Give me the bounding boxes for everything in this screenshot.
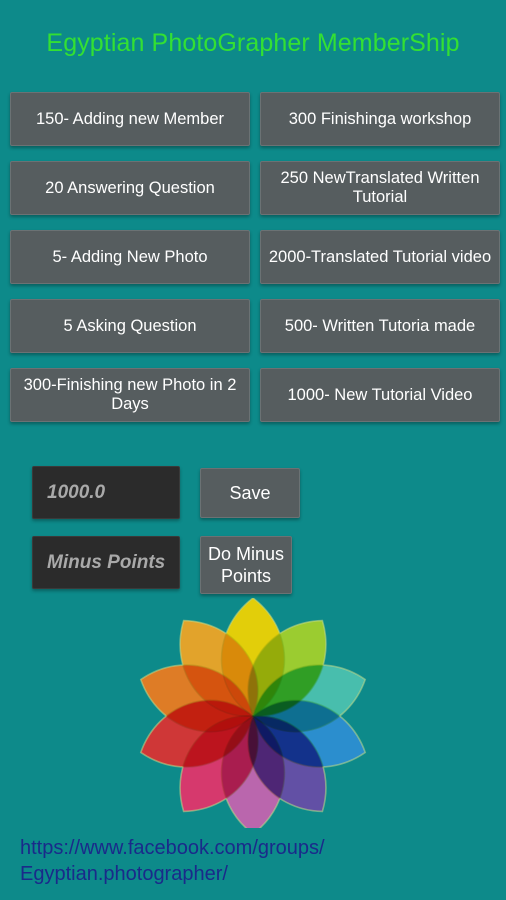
facebook-group-link[interactable]: https://www.facebook.com/groups/ Egyptia… — [20, 835, 420, 887]
app-root: Egyptian PhotoGrapher MemberShip 150- Ad… — [0, 0, 506, 900]
facebook-group-link-line1: https://www.facebook.com/groups/ — [20, 837, 325, 859]
points-row-2: 20 Answering Question 250 NewTranslated … — [10, 161, 500, 215]
facebook-group-link-line2: Egyptian.photographer/ — [20, 863, 228, 885]
points-row-5: 300-Finishing new Photo in 2 Days 1000- … — [10, 368, 500, 422]
points-button-asking-question[interactable]: 5 Asking Question — [10, 299, 250, 353]
points-button-new-translated-written-tutorial[interactable]: 250 NewTranslated Written Tutorial — [260, 161, 500, 215]
color-wheel-flower-icon — [128, 598, 378, 828]
points-button-grid: 150- Adding new Member 300 Finishinga wo… — [10, 92, 500, 437]
points-row-3: 5- Adding New Photo 2000-Translated Tuto… — [10, 230, 500, 284]
minus-points-input[interactable]: Minus Points — [32, 536, 180, 589]
points-button-finishing-workshop[interactable]: 300 Finishinga workshop — [260, 92, 500, 146]
save-row: 1000.0 Save — [32, 466, 492, 519]
do-minus-points-button[interactable]: Do Minus Points — [200, 536, 292, 594]
points-input[interactable]: 1000.0 — [32, 466, 180, 519]
points-button-answering-question[interactable]: 20 Answering Question — [10, 161, 250, 215]
entry-area: 1000.0 Save Minus Points Do Minus Points — [0, 466, 506, 596]
points-button-adding-new-member[interactable]: 150- Adding new Member — [10, 92, 250, 146]
points-button-new-tutorial-video[interactable]: 1000- New Tutorial Video — [260, 368, 500, 422]
minus-row: Minus Points Do Minus Points — [32, 536, 492, 594]
points-row-4: 5 Asking Question 500- Written Tutoria m… — [10, 299, 500, 353]
page-title: Egyptian PhotoGrapher MemberShip — [46, 29, 460, 57]
points-button-finishing-new-photo-in-2-days[interactable]: 300-Finishing new Photo in 2 Days — [10, 368, 250, 422]
points-button-adding-new-photo[interactable]: 5- Adding New Photo — [10, 230, 250, 284]
save-button[interactable]: Save — [200, 468, 300, 518]
points-button-written-tutorial-made[interactable]: 500- Written Tutoria made — [260, 299, 500, 353]
points-button-translated-tutorial-video[interactable]: 2000-Translated Tutorial video — [260, 230, 500, 284]
points-row-1: 150- Adding new Member 300 Finishinga wo… — [10, 92, 500, 146]
